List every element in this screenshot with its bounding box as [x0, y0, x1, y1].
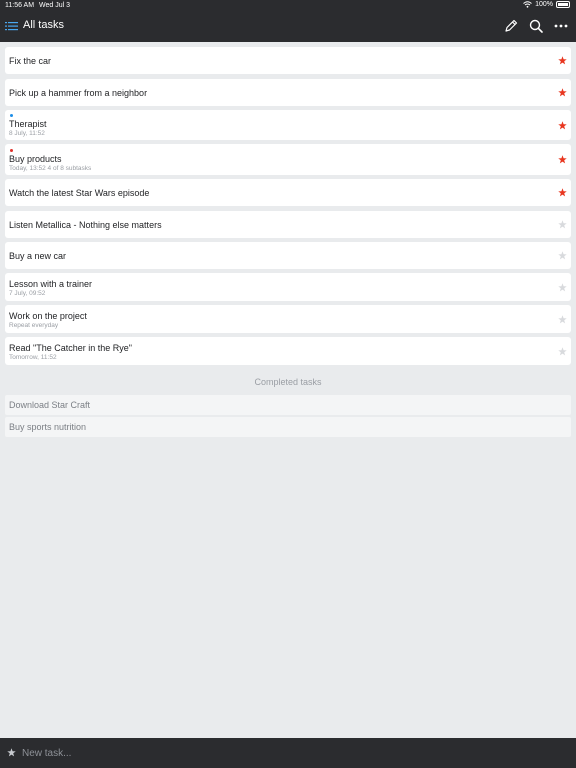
star-icon[interactable] [558, 347, 567, 356]
task-name: Listen Metallica - Nothing else matters [9, 220, 162, 230]
task-item[interactable]: Buy products Today, 13:52 4 of 8 subtask… [5, 144, 571, 175]
new-task-input[interactable] [22, 744, 522, 762]
completed-task-name: Buy sports nutrition [9, 422, 87, 432]
task-subtitle: Repeat everyday [9, 322, 59, 329]
pencil-icon[interactable] [503, 18, 519, 34]
task-name: Work on the project [9, 311, 87, 321]
completed-task-item[interactable]: Download Star Craft [5, 395, 571, 415]
star-icon[interactable] [558, 251, 567, 260]
task-item[interactable]: Lesson with a trainer 7 July, 09:52 [5, 273, 571, 301]
status-right: 100% [523, 1, 570, 8]
top-bar: All tasks [0, 12, 576, 42]
task-item[interactable]: Watch the latest Star Wars episode [5, 179, 571, 206]
task-name: Watch the latest Star Wars episode [9, 188, 150, 198]
star-icon[interactable] [558, 88, 567, 97]
task-item[interactable]: Fix the car [5, 47, 571, 74]
task-name: Pick up a hammer from a neighbor [9, 88, 148, 98]
star-icon[interactable] [558, 155, 567, 164]
status-time: 11:56 AM [5, 2, 35, 9]
task-item[interactable]: Read "The Catcher in the Rye" Tomorrow, … [5, 337, 571, 365]
new-task-bar [0, 738, 576, 768]
star-icon[interactable] [558, 56, 567, 65]
task-name: Buy products [9, 154, 62, 164]
task-name: Buy a new car [9, 251, 67, 261]
completed-task-item[interactable]: Buy sports nutrition [5, 417, 571, 437]
task-name: Therapist [9, 119, 47, 129]
task-item[interactable]: Buy a new car [5, 242, 571, 269]
tag-dot [10, 149, 13, 152]
task-subtitle: Tomorrow, 11:52 [9, 354, 57, 361]
star-icon[interactable] [7, 748, 16, 757]
star-icon[interactable] [558, 283, 567, 292]
task-subtitle: Today, 13:52 4 of 8 subtasks [9, 165, 92, 172]
battery-icon [556, 1, 570, 8]
star-icon[interactable] [558, 188, 567, 197]
wifi-icon [523, 1, 532, 8]
task-subtitle: 7 July, 09:52 [9, 290, 46, 297]
task-name: Read "The Catcher in the Rye" [9, 343, 132, 353]
status-bar: 11:56 AM Wed Jul 3 100% [0, 0, 576, 12]
task-item[interactable]: Pick up a hammer from a neighbor [5, 79, 571, 106]
tag-dot [10, 114, 13, 117]
task-name: Fix the car [9, 56, 52, 66]
status-date: Wed Jul 3 [39, 2, 70, 9]
task-name: Lesson with a trainer [9, 279, 93, 289]
menu-list-icon[interactable] [5, 19, 19, 33]
battery-percent: 100% [535, 1, 553, 8]
star-icon[interactable] [558, 121, 567, 130]
page-title: All tasks [23, 19, 64, 31]
star-icon[interactable] [558, 220, 567, 229]
search-icon[interactable] [528, 18, 544, 34]
more-icon[interactable] [553, 18, 569, 34]
task-item[interactable]: Therapist 8 July, 11:52 [5, 110, 571, 140]
completed-tasks-header[interactable]: Completed tasks [0, 377, 576, 387]
completed-task-name: Download Star Craft [9, 400, 91, 410]
task-item[interactable]: Listen Metallica - Nothing else matters [5, 211, 571, 238]
task-item[interactable]: Work on the project Repeat everyday [5, 305, 571, 333]
task-subtitle: 8 July, 11:52 [9, 130, 45, 137]
star-icon[interactable] [558, 315, 567, 324]
